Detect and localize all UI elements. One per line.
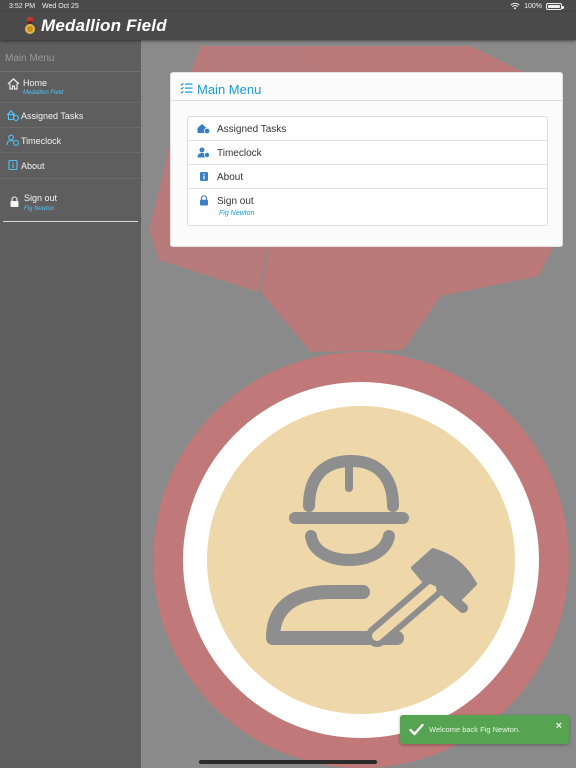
status-time: 3:52 PM (9, 3, 36, 10)
lock-icon (10, 196, 19, 207)
sidebar-header: Main Menu (0, 40, 141, 72)
welcome-toast: Welcome back Fig Newton. × (400, 715, 569, 744)
timeclock-icon (6, 134, 19, 146)
menu-item-label: Timeclock (217, 148, 262, 159)
app-title-bar: Medallion Field (0, 12, 576, 40)
sidebar-item-label: About (21, 161, 45, 171)
menu-item-label: About (217, 172, 244, 183)
menu-item-label: Assigned Tasks (217, 124, 287, 135)
home-icon (7, 78, 20, 90)
info-icon (200, 172, 208, 181)
toast-message: Welcome back Fig Newton. (429, 725, 521, 734)
checklist-icon (180, 82, 193, 94)
sidebar-item-home[interactable]: Home Medallion Field (0, 72, 141, 103)
menu-item-label: Sign out (217, 196, 254, 207)
menu-item-assigned-tasks[interactable]: Assigned Tasks (188, 117, 547, 141)
sidebar-item-assigned-tasks[interactable]: Assigned Tasks (0, 103, 141, 128)
battery-percent: 100% (524, 2, 542, 10)
sidebar-item-about[interactable]: About (0, 153, 141, 179)
status-date: Wed Oct 25 (42, 3, 79, 10)
lock-icon (200, 195, 208, 206)
sidebar-item-sublabel: Fig Newton (24, 206, 55, 212)
card-title: Main Menu (197, 82, 262, 97)
medallion-logo-icon (25, 17, 35, 34)
menu-item-sign-out[interactable]: Sign out Fig Newton (188, 189, 547, 225)
battery-icon (546, 2, 564, 10)
check-icon (409, 723, 424, 736)
wifi-icon (510, 2, 520, 10)
card-header: Main Menu (171, 73, 562, 101)
status-bar: 3:52 PM Wed Oct 25 100% (0, 0, 576, 12)
tasks-icon (6, 110, 19, 121)
sidebar-item-sublabel: Medallion Field (23, 90, 64, 96)
status-right: 100% (510, 2, 564, 10)
sidebar: Main Menu Home Medallion Field Assigned … (0, 40, 141, 768)
sidebar-item-label: Timeclock (21, 136, 62, 146)
menu-item-sublabel: Fig Newton (219, 210, 255, 217)
close-icon[interactable]: × (556, 721, 562, 732)
menu-item-timeclock[interactable]: Timeclock (188, 141, 547, 165)
sidebar-item-sign-out[interactable]: Sign out Fig Newton (3, 179, 138, 222)
timeclock-icon (197, 147, 210, 158)
sidebar-item-timeclock[interactable]: Timeclock (0, 128, 141, 153)
sidebar-item-label: Sign out (24, 193, 58, 203)
app-title: Medallion Field (41, 16, 167, 35)
info-icon (8, 159, 18, 171)
tasks-icon (197, 124, 210, 134)
main-menu-card: Main Menu Assigned Tasks Timeclock About… (170, 72, 563, 247)
sidebar-item-label: Home (23, 78, 48, 88)
home-indicator[interactable] (199, 760, 377, 764)
main-menu-list: Assigned Tasks Timeclock About Sign out … (187, 116, 548, 226)
sidebar-item-label: Assigned Tasks (21, 111, 84, 121)
menu-item-about[interactable]: About (188, 165, 547, 189)
